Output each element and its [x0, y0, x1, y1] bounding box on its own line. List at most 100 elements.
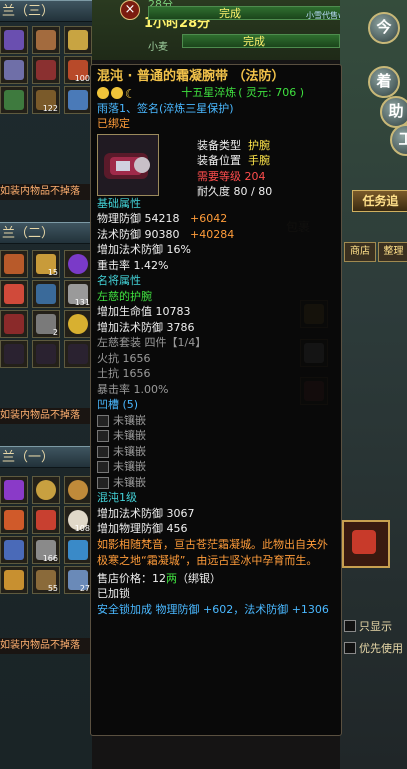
inventory-slot[interactable]: [32, 340, 60, 368]
resist-line: 土抗 1656: [97, 367, 151, 381]
chaos-line: 增加物理防御 456: [97, 522, 188, 536]
inventory-slot[interactable]: [0, 506, 28, 534]
inventory-slot[interactable]: 27: [64, 566, 92, 594]
phys-def-bonus: +6042: [190, 212, 228, 226]
inventory-slot[interactable]: [0, 280, 28, 308]
bag-panel-3-grid: 100 122: [0, 26, 92, 114]
star-level: 十五星淬炼: [181, 86, 237, 100]
inventory-slot[interactable]: [0, 566, 28, 594]
socket-icon: [97, 414, 109, 427]
task-track-button[interactable]: 任务追: [352, 190, 407, 212]
inventory-slot[interactable]: [0, 340, 28, 368]
inventory-slot[interactable]: 2: [32, 310, 60, 338]
socket-icon: [97, 476, 109, 489]
inventory-slot[interactable]: [64, 340, 92, 368]
durability: 80 / 80: [233, 185, 273, 199]
inventory-slot[interactable]: 15: [32, 250, 60, 278]
slot-count: 55: [47, 584, 58, 593]
inventory-slot[interactable]: [32, 506, 60, 534]
inventory-slot[interactable]: [0, 476, 28, 504]
shop-button[interactable]: 商店: [344, 242, 376, 262]
menu-button-round[interactable]: 着: [368, 66, 400, 98]
only-show-checkbox[interactable]: [344, 620, 356, 632]
chaos-header: 混沌1级: [97, 491, 137, 505]
inventory-slot[interactable]: [32, 280, 60, 308]
chaos-line: 增加法术防御 3067: [97, 506, 195, 520]
only-show-option[interactable]: 只显示: [344, 618, 392, 634]
close-icon[interactable]: ×: [120, 0, 140, 20]
inventory-slot[interactable]: [0, 86, 28, 114]
player-name: 小麦: [148, 42, 168, 53]
bag-panel-2-grid: 15 131 2: [0, 250, 92, 368]
resist-line: 火抗 1656: [97, 351, 151, 365]
moon-icon: ☾: [125, 87, 136, 101]
item-tooltip: 混沌 · 普通的霜凝腕带 （法防） ☾ 十五星淬炼( 灵元: 706 ) 雨落1…: [90, 64, 342, 736]
slot-count: 166: [42, 554, 58, 563]
quest-progress-bar-2: 完成: [182, 34, 340, 48]
inventory-slot[interactable]: [64, 26, 92, 54]
inventory-slot[interactable]: 166: [32, 536, 60, 564]
item-info: 装备类型 护腕 装备位置 手腕 需要等级 204 耐久度 80 / 80: [197, 138, 273, 199]
item-summary: 装备类型 护腕 装备位置 手腕 需要等级 204 耐久度 80 / 80: [97, 133, 335, 198]
priority-option[interactable]: 优先使用: [344, 640, 403, 656]
slot-count: 15: [47, 268, 58, 277]
socket-slot: 未镶嵌: [97, 475, 335, 491]
equip-position: 手腕: [248, 154, 270, 168]
slot-count: 108: [74, 524, 90, 533]
inventory-slot[interactable]: 108: [64, 506, 92, 534]
slot-count: 100: [74, 74, 90, 83]
price-value: 12: [152, 571, 166, 585]
socket-icon: [97, 430, 109, 443]
sun-icon: [111, 87, 123, 99]
required-level: 204: [244, 169, 266, 183]
inventory-slot[interactable]: [64, 250, 92, 278]
inventory-slot[interactable]: 100: [64, 56, 92, 84]
general-line: 增加生命值 10783: [97, 305, 191, 319]
inventory-slot[interactable]: 55: [32, 566, 60, 594]
inventory-slot[interactable]: [64, 86, 92, 114]
priority-checkbox[interactable]: [344, 642, 356, 654]
item-description: 如影相随梵音，亘古苍茫霜凝城。此物出自关外极寒之地“霜凝城”，由远古坚冰中孕育而…: [97, 537, 328, 567]
menu-button-round[interactable]: 今: [368, 12, 400, 44]
inventory-slot[interactable]: [0, 250, 28, 278]
socket-slot: 未镶嵌: [97, 428, 335, 444]
lock-status: 已加锁: [97, 587, 130, 601]
bag-panel-1-grid: 108 166 55 27: [0, 476, 92, 594]
socket-header: 凹槽 (5): [97, 398, 139, 412]
inventory-slot[interactable]: [64, 536, 92, 564]
sort-button[interactable]: 整理: [378, 242, 407, 262]
set-info: 左慈套装 四件【1/4】: [97, 336, 207, 350]
sun-icon: [97, 87, 109, 99]
item-equip-slot[interactable]: [342, 520, 390, 568]
inventory-slot[interactable]: [32, 476, 60, 504]
inventory-slot[interactable]: [32, 56, 60, 84]
basic-extra: 增加法术防御 16%: [97, 243, 191, 257]
inventory-slot[interactable]: [0, 56, 28, 84]
quest-status: 完成: [243, 35, 265, 48]
inventory-slot[interactable]: [32, 26, 60, 54]
inventory-slot[interactable]: [0, 536, 28, 564]
socket-icon: [97, 445, 109, 458]
slot-count: 122: [42, 104, 58, 113]
general-attr-header: 名将属性: [97, 274, 141, 288]
inventory-slot[interactable]: [64, 476, 92, 504]
socket-slot: 未镶嵌: [97, 413, 335, 429]
bag-panel-1-title: 兰（一）: [0, 446, 92, 468]
inventory-slot[interactable]: [0, 26, 28, 54]
general-line: 增加法术防御 3786: [97, 320, 195, 334]
slot-count: 2: [52, 328, 58, 337]
inventory-slot[interactable]: 122: [32, 86, 60, 114]
spirit-value: ( 灵元: 706 ): [238, 86, 305, 100]
phys-def-value: 54218: [144, 212, 180, 226]
socket-slot: 未镶嵌: [97, 459, 335, 475]
quest-status: 完成: [219, 7, 241, 20]
item-title: 混沌 · 普通的霜凝腕带 （法防）: [97, 69, 285, 84]
inventory-slot[interactable]: [0, 310, 28, 338]
star-row: ☾ 十五星淬炼( 灵元: 706 ): [97, 85, 335, 101]
resist-line: 暴击率 1.00%: [97, 382, 169, 396]
inventory-slot[interactable]: [64, 310, 92, 338]
bag-panel-2-title: 兰（二）: [0, 222, 92, 244]
inventory-slot[interactable]: 131: [64, 280, 92, 308]
drop-note: 如装内物品不掉落: [0, 408, 92, 424]
mag-def-value: 90380: [144, 227, 180, 241]
